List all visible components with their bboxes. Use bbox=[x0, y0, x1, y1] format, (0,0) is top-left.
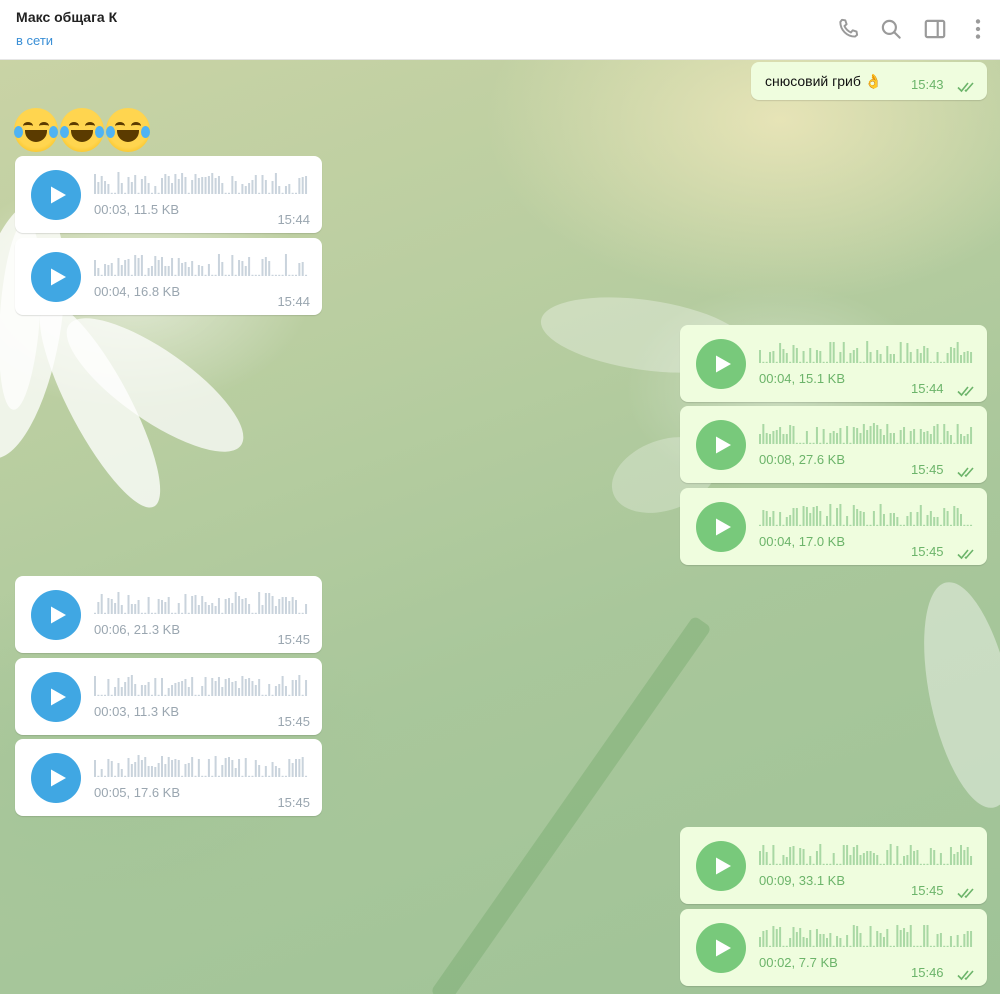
voice-message[interactable]: 00:05, 17.6 KB 15:45 bbox=[15, 739, 322, 816]
sidebar-toggle-icon[interactable] bbox=[922, 16, 948, 42]
voice-message[interactable]: 00:03, 11.3 KB 15:45 bbox=[15, 658, 322, 735]
voice-message[interactable]: 00:04, 15.1 KB 15:44 bbox=[680, 325, 987, 402]
message-time: 15:46 bbox=[911, 965, 944, 980]
more-vertical-icon[interactable] bbox=[965, 16, 991, 42]
voice-duration-size: 00:04, 15.1 KB bbox=[759, 371, 846, 386]
play-icon bbox=[51, 769, 66, 787]
wallpaper-petal bbox=[906, 574, 1000, 816]
voice-duration-size: 00:02, 7.7 KB bbox=[759, 955, 838, 970]
play-icon bbox=[716, 518, 731, 536]
face-with-tears-of-joy-icon bbox=[60, 108, 104, 152]
play-icon bbox=[51, 186, 66, 204]
waveform[interactable] bbox=[94, 172, 309, 194]
waveform[interactable] bbox=[759, 341, 974, 363]
search-icon[interactable] bbox=[878, 16, 904, 42]
double-check-icon bbox=[957, 465, 979, 478]
play-button[interactable] bbox=[696, 841, 746, 891]
voice-message[interactable]: 00:09, 33.1 KB 15:45 bbox=[680, 827, 987, 904]
voice-message[interactable]: 00:03, 11.5 KB 15:44 bbox=[15, 156, 322, 233]
voice-message[interactable]: 00:04, 16.8 KB 15:44 bbox=[15, 238, 322, 315]
waveform[interactable] bbox=[94, 254, 309, 276]
text-message[interactable]: снюсовий гриб 👌 15:43 bbox=[751, 62, 987, 100]
play-button[interactable] bbox=[696, 923, 746, 973]
chat-status: в сети bbox=[16, 33, 54, 48]
chat-title[interactable]: Макс общага К bbox=[16, 9, 117, 25]
play-icon bbox=[716, 857, 731, 875]
voice-duration-size: 00:04, 17.0 KB bbox=[759, 534, 846, 549]
message-time: 15:44 bbox=[277, 294, 310, 309]
voice-duration-size: 00:03, 11.5 KB bbox=[94, 202, 180, 217]
play-button[interactable] bbox=[31, 672, 81, 722]
waveform[interactable] bbox=[94, 592, 309, 614]
double-check-icon bbox=[957, 547, 979, 560]
chat-area[interactable]: снюсовий гриб 👌 15:43 00:03, 11.5 KB 15:44 0… bbox=[0, 60, 1000, 994]
voice-message[interactable]: 00:04, 17.0 KB 15:45 bbox=[680, 488, 987, 565]
play-icon bbox=[51, 688, 66, 706]
play-button[interactable] bbox=[696, 420, 746, 470]
play-icon bbox=[716, 939, 731, 957]
message-time: 15:45 bbox=[277, 714, 310, 729]
play-icon bbox=[51, 268, 66, 286]
message-time: 15:45 bbox=[911, 544, 944, 559]
waveform[interactable] bbox=[759, 843, 974, 865]
play-icon bbox=[51, 606, 66, 624]
double-check-icon bbox=[957, 968, 979, 981]
double-check-icon bbox=[957, 384, 979, 397]
waveform[interactable] bbox=[94, 755, 309, 777]
waveform[interactable] bbox=[94, 674, 309, 696]
waveform[interactable] bbox=[759, 422, 974, 444]
play-icon bbox=[716, 355, 731, 373]
voice-message[interactable]: 00:08, 27.6 KB 15:45 bbox=[680, 406, 987, 483]
face-with-tears-of-joy-icon bbox=[106, 108, 150, 152]
voice-duration-size: 00:03, 11.3 KB bbox=[94, 704, 180, 719]
voice-duration-size: 00:08, 27.6 KB bbox=[759, 452, 846, 467]
message-time: 15:45 bbox=[277, 632, 310, 647]
voice-duration-size: 00:06, 21.3 KB bbox=[94, 622, 181, 637]
wallpaper-stem bbox=[430, 615, 712, 994]
message-time: 15:44 bbox=[911, 381, 944, 396]
message-time: 15:44 bbox=[277, 212, 310, 227]
message-time: 15:45 bbox=[911, 883, 944, 898]
emoji-message[interactable] bbox=[14, 108, 150, 152]
message-time: 15:45 bbox=[911, 462, 944, 477]
play-button[interactable] bbox=[696, 339, 746, 389]
play-icon bbox=[716, 436, 731, 454]
chat-header: Макс общага К в сети bbox=[0, 0, 1000, 60]
voice-duration-size: 00:09, 33.1 KB bbox=[759, 873, 846, 888]
face-with-tears-of-joy-icon bbox=[14, 108, 58, 152]
play-button[interactable] bbox=[31, 753, 81, 803]
voice-duration-size: 00:05, 17.6 KB bbox=[94, 785, 181, 800]
double-check-icon bbox=[957, 886, 979, 899]
message-time: 15:45 bbox=[277, 795, 310, 810]
waveform[interactable] bbox=[759, 504, 974, 526]
phone-icon[interactable] bbox=[835, 16, 861, 42]
voice-message[interactable]: 00:02, 7.7 KB 15:46 bbox=[680, 909, 987, 986]
double-check-icon bbox=[957, 80, 979, 93]
message-time: 15:43 bbox=[911, 77, 944, 92]
voice-duration-size: 00:04, 16.8 KB bbox=[94, 284, 181, 299]
play-button[interactable] bbox=[31, 590, 81, 640]
play-button[interactable] bbox=[696, 502, 746, 552]
waveform[interactable] bbox=[759, 925, 974, 947]
play-button[interactable] bbox=[31, 170, 81, 220]
message-text: снюсовий гриб 👌 bbox=[765, 73, 883, 89]
voice-message[interactable]: 00:06, 21.3 KB 15:45 bbox=[15, 576, 322, 653]
play-button[interactable] bbox=[31, 252, 81, 302]
